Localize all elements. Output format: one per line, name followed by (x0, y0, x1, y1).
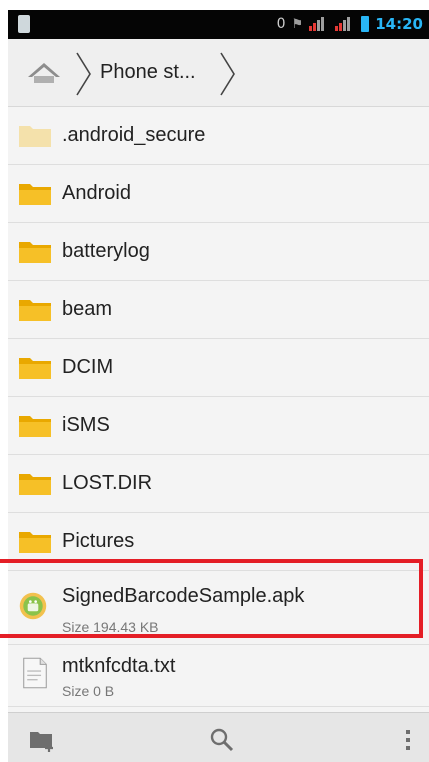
file-size: Size 0 B (62, 683, 115, 699)
folder-icon (19, 300, 51, 321)
file-name: beam (62, 298, 113, 320)
list-item[interactable]: LOST.DIR (8, 455, 429, 513)
list-item[interactable]: Pictures (8, 513, 429, 571)
status-time: 14:20 (375, 15, 423, 33)
file-list: .android_secure Android batterylog beam (8, 107, 429, 707)
overflow-menu-icon[interactable] (394, 727, 422, 753)
sim-card-icon (18, 15, 30, 33)
file-name: LOST.DIR (62, 472, 153, 494)
list-item-txt[interactable]: mtknfcdta.txt Size 0 B (8, 645, 429, 707)
search-icon[interactable] (208, 727, 236, 753)
folder-icon (19, 358, 51, 379)
list-item[interactable]: beam (8, 281, 429, 339)
list-item-apk[interactable]: SignedBarcodeSample.apk Size 194.43 KB (8, 571, 429, 645)
list-item[interactable]: Android (8, 165, 429, 223)
data-indicator-icon: ⚑ (291, 16, 304, 32)
file-name: Pictures (62, 530, 135, 552)
list-item[interactable]: batterylog (8, 223, 429, 281)
list-item[interactable]: DCIM (8, 339, 429, 397)
android-apk-icon (19, 592, 47, 620)
breadcrumb-separator-icon (76, 52, 91, 96)
home-icon[interactable] (22, 57, 66, 89)
folder-icon (19, 126, 51, 147)
breadcrumb: Phone st... (8, 39, 429, 107)
folder-icon (19, 242, 51, 263)
list-item[interactable]: iSMS (8, 397, 429, 455)
breadcrumb-current[interactable]: Phone st... (100, 61, 196, 84)
file-manager-screen: 0 ⚑ 14:20 Phone st... .android_secure An… (8, 10, 429, 762)
folder-icon (19, 532, 51, 553)
file-name: DCIM (62, 356, 114, 378)
status-indicator: 0 (276, 16, 286, 32)
status-bar: 0 ⚑ 14:20 (8, 10, 429, 39)
bottom-toolbar (8, 712, 429, 762)
file-name: iSMS (62, 414, 110, 436)
status-icons: 0 ⚑ 14:20 (277, 15, 423, 33)
folder-icon (19, 184, 51, 205)
file-name: Android (62, 182, 131, 204)
signal-icon (335, 17, 355, 31)
breadcrumb-separator-icon (220, 52, 235, 96)
battery-icon (361, 16, 370, 32)
text-file-icon (23, 657, 47, 689)
file-name: .android_secure (62, 124, 206, 146)
file-size: Size 194.43 KB (62, 619, 159, 635)
list-item[interactable]: .android_secure (8, 107, 429, 165)
file-name: mtknfcdta.txt (62, 655, 176, 677)
new-folder-icon[interactable] (28, 727, 56, 753)
folder-icon (19, 416, 51, 437)
file-name: batterylog (62, 240, 150, 262)
folder-icon (19, 474, 51, 495)
signal-icon (309, 17, 329, 31)
file-name: SignedBarcodeSample.apk (62, 585, 305, 607)
